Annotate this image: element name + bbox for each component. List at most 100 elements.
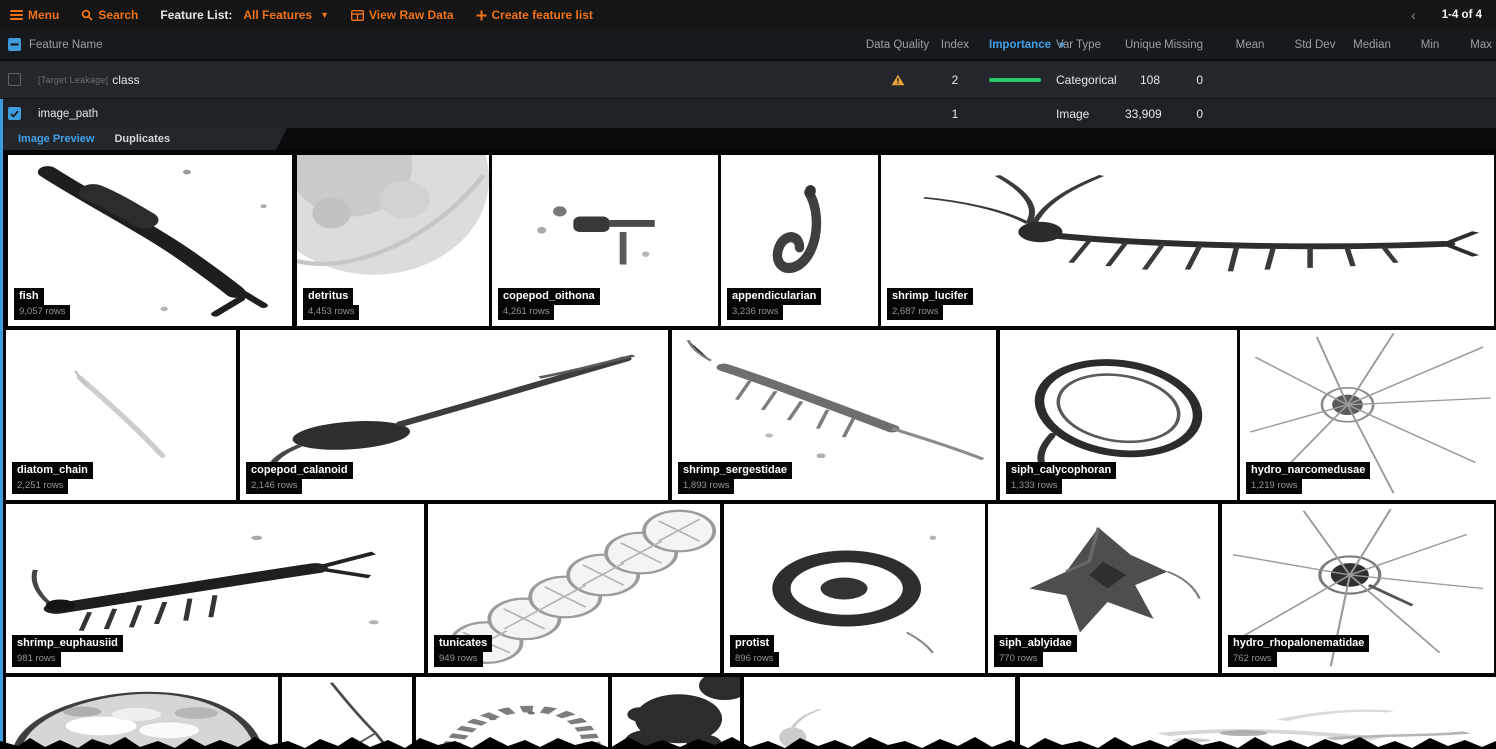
tile-label: siph_calycophoran xyxy=(1006,462,1116,479)
page-prev-button[interactable]: ‹ xyxy=(1411,7,1416,23)
feature-list-value: All Features xyxy=(243,8,312,22)
app-window: Menu Search Feature List: All Features ▼… xyxy=(0,0,1496,749)
view-raw-data-button[interactable]: View Raw Data xyxy=(351,8,453,22)
feature-list-selector[interactable]: Feature List: All Features ▼ xyxy=(160,8,329,22)
tile-rowcount: 949 rows xyxy=(434,652,483,667)
image-tile-hydro-rhopalonematidae[interactable]: hydro_rhopalonematidae 762 rows xyxy=(1222,504,1494,673)
tile-rowcount: 1,893 rows xyxy=(678,479,734,494)
column-max[interactable]: Max xyxy=(1463,39,1496,51)
image-tile-siph-calycophoran[interactable]: siph_calycophoran 1,333 rows xyxy=(1000,330,1237,500)
column-feature-name[interactable]: Feature Name xyxy=(29,39,103,51)
column-std-dev[interactable]: Std Dev xyxy=(1283,39,1347,51)
tile-rowcount: 1,219 rows xyxy=(1246,479,1302,494)
target-leakage-tag: [Target Leakage] xyxy=(38,75,108,85)
tile-label: protist xyxy=(730,635,774,652)
importance-bar xyxy=(989,78,1041,82)
image-tile-copepod-calanoid[interactable]: copepod_calanoid 2,146 rows xyxy=(240,330,668,500)
column-importance[interactable]: Importance ▼ xyxy=(975,39,1050,51)
index-cell: 1 xyxy=(935,107,975,121)
tile-rowcount: 2,251 rows xyxy=(12,479,68,494)
tab-holder: Image Preview Duplicates xyxy=(3,128,287,150)
column-var-type[interactable]: Var Type xyxy=(1050,39,1125,51)
column-min[interactable]: Min xyxy=(1397,39,1463,51)
hamburger-icon xyxy=(10,8,23,22)
feature-row-class[interactable]: [Target Leakage] class 2 Categorical 108… xyxy=(0,61,1496,99)
menu-label: Menu xyxy=(28,8,59,22)
tile-label: copepod_calanoid xyxy=(246,462,353,479)
column-index[interactable]: Index xyxy=(935,39,975,51)
tile-rowcount: 9,057 rows xyxy=(14,305,70,320)
unique-cell: 33,909 xyxy=(1125,107,1160,121)
importance-cell xyxy=(975,78,1050,82)
tile-rowcount: 2,687 rows xyxy=(887,305,943,320)
tile-rowcount: 762 rows xyxy=(1228,652,1277,667)
feature-name: class xyxy=(112,73,139,87)
chevron-down-icon: ▼ xyxy=(320,10,329,20)
column-median[interactable]: Median xyxy=(1347,39,1397,51)
tile-label: detritus xyxy=(303,288,353,305)
column-missing[interactable]: Missing xyxy=(1160,39,1217,51)
feature-list-label: Feature List: xyxy=(160,8,232,22)
image-tile-protist[interactable]: protist 896 rows xyxy=(724,504,985,673)
image-tile-shrimp-lucifer[interactable]: shrimp_lucifer 2,687 rows xyxy=(881,155,1494,326)
tile-label: siph_ablyidae xyxy=(994,635,1077,652)
tile-label: diatom_chain xyxy=(12,462,93,479)
preview-image xyxy=(881,155,1494,326)
column-data-quality[interactable]: Data Quality xyxy=(860,39,935,51)
data-quality-cell[interactable] xyxy=(860,74,935,86)
image-tile-shrimp-sergestidae[interactable]: shrimp_sergestidae 1,893 rows xyxy=(672,330,996,500)
search-icon xyxy=(81,9,93,21)
menu-button[interactable]: Menu xyxy=(10,8,59,22)
tile-label: shrimp_euphausiid xyxy=(12,635,123,652)
tile-rowcount: 2,146 rows xyxy=(246,479,302,494)
image-tile-copepod-oithona[interactable]: copepod_oithona 4,261 rows xyxy=(492,155,718,326)
unique-cell: 108 xyxy=(1125,73,1160,87)
index-cell: 2 xyxy=(935,73,975,87)
image-preview-grid: fish 9,057 rows detritus 4,453 rows xyxy=(0,150,1496,749)
tile-label: appendicularian xyxy=(727,288,821,305)
image-tile-diatom-chain[interactable]: diatom_chain 2,251 rows xyxy=(6,330,236,500)
column-unique[interactable]: Unique xyxy=(1125,39,1160,51)
tile-label: hydro_narcomedusae xyxy=(1246,462,1370,479)
image-tile-hydro-narcomedusae[interactable]: hydro_narcomedusae 1,219 rows xyxy=(1240,330,1496,500)
image-tile-tunicates[interactable]: tunicates 949 rows xyxy=(428,504,720,673)
row-checkbox-class[interactable] xyxy=(8,73,21,86)
search-button[interactable]: Search xyxy=(81,8,138,22)
tile-label: tunicates xyxy=(434,635,492,652)
create-feature-list-button[interactable]: Create feature list xyxy=(476,8,593,22)
feature-row-image-path[interactable]: image_path 1 Image 33,909 0 xyxy=(0,99,1496,128)
plus-icon xyxy=(476,10,487,21)
select-all-checkbox[interactable] xyxy=(8,38,21,51)
tile-label: shrimp_sergestidae xyxy=(678,462,792,479)
tile-label: hydro_rhopalonematidae xyxy=(1228,635,1369,652)
var-type-cell: Categorical xyxy=(1050,73,1125,87)
pagination-count: 1-4 of 4 xyxy=(1442,9,1486,21)
torn-edge-decoration xyxy=(0,735,1496,749)
image-tile-siph-ablyidae[interactable]: siph_ablyidae 770 rows xyxy=(988,504,1218,673)
tile-rowcount: 3,236 rows xyxy=(727,305,783,320)
tile-rowcount: 896 rows xyxy=(730,652,779,667)
row-checkbox-image-path[interactable] xyxy=(8,107,21,120)
indeterminate-icon xyxy=(10,40,19,49)
table-icon xyxy=(351,10,364,21)
tile-rowcount: 1,333 rows xyxy=(1006,479,1062,494)
check-icon xyxy=(10,110,19,118)
image-tile-detritus[interactable]: detritus 4,453 rows xyxy=(297,155,489,326)
image-tile-shrimp-euphausiid[interactable]: shrimp_euphausiid 981 rows xyxy=(6,504,424,673)
warning-icon xyxy=(891,74,905,86)
missing-cell: 0 xyxy=(1160,107,1217,121)
column-mean[interactable]: Mean xyxy=(1217,39,1283,51)
tile-rowcount: 4,261 rows xyxy=(498,305,554,320)
tile-rowcount: 4,453 rows xyxy=(303,305,359,320)
missing-cell: 0 xyxy=(1160,73,1217,87)
preview-image xyxy=(8,155,292,326)
top-toolbar: Menu Search Feature List: All Features ▼… xyxy=(0,0,1496,30)
tab-duplicates[interactable]: Duplicates xyxy=(114,133,170,145)
tab-image-preview[interactable]: Image Preview xyxy=(18,133,94,145)
preview-tabstrip: Image Preview Duplicates xyxy=(0,128,1496,150)
tile-label: shrimp_lucifer xyxy=(887,288,973,305)
image-tile-appendicularian[interactable]: appendicularian 3,236 rows xyxy=(721,155,878,326)
selected-row-stripe xyxy=(0,99,3,749)
create-feature-list-label: Create feature list xyxy=(492,8,593,22)
image-tile-fish[interactable]: fish 9,057 rows xyxy=(8,155,292,326)
